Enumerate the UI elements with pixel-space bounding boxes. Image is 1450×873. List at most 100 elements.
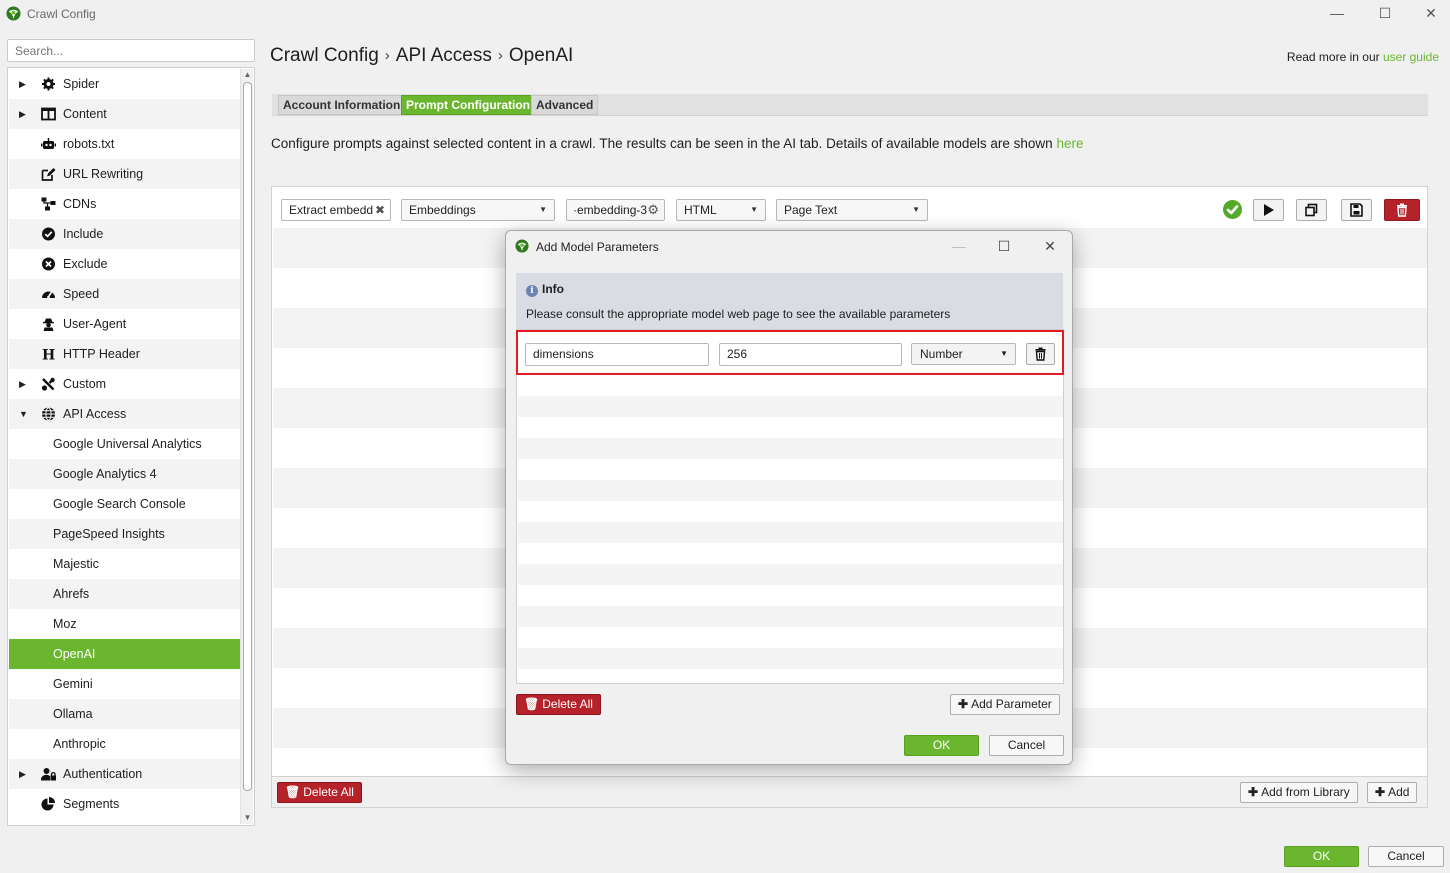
caret-right-icon[interactable]: ▶ [19,369,26,399]
description: Configure prompts against selected conte… [271,136,1083,151]
models-link[interactable]: here [1056,136,1083,151]
clear-icon[interactable]: ✖ [375,200,385,220]
trash-icon: 🗑 [524,697,540,711]
network-icon [41,197,56,211]
plus-icon: ✚ [1375,785,1386,799]
sidebar-item-pagespeed-insights[interactable]: PageSpeed Insights [9,519,241,549]
sidebar-item-custom[interactable]: ▶ Custom [9,369,241,399]
sidebar-scrollbar[interactable]: ▲ ▼ [240,69,253,824]
sidebar-item-ahrefs[interactable]: Ahrefs [9,579,241,609]
sidebar-item-label: Segments [63,797,120,811]
close-button[interactable]: ✕ [1408,0,1450,28]
row-stripe [518,396,1063,417]
gear-icon[interactable]: ⚙ [647,200,659,220]
caret-right-icon[interactable]: ▶ [19,69,26,99]
sidebar-item-label: robots.txt [63,137,115,151]
app-logo-icon [515,239,529,253]
delete-all-label: Delete All [303,785,354,799]
sidebar-item-label: Google Universal Analytics [53,437,202,451]
add-from-library-button[interactable]: ✚ Add from Library [1240,782,1358,803]
sidebar-item-gemini[interactable]: Gemini [9,669,241,699]
user-guide-link[interactable]: user guide [1383,50,1439,64]
sidebar-item-include[interactable]: Include [9,219,241,249]
ok-button[interactable]: OK [1284,846,1359,867]
sidebar-item-url-rewriting[interactable]: URL Rewriting [9,159,241,189]
caret-down-icon[interactable]: ▼ [19,399,28,429]
scroll-down-icon[interactable]: ▼ [241,812,254,824]
duplicate-button[interactable] [1296,199,1327,221]
sidebar-item-label: Authentication [63,767,143,781]
sidebar-item-authentication[interactable]: ▶ Authentication [9,759,241,789]
row-stripe [518,564,1063,585]
dialog-close-button[interactable]: ✕ [1030,235,1070,257]
add-prompt-button[interactable]: ✚ Add [1367,782,1418,803]
search-input[interactable] [7,39,255,62]
info-icon: i [526,285,538,297]
sidebar-item-cdns[interactable]: CDNs [9,189,241,219]
tab-prompt-configuration[interactable]: Prompt Configuration [401,95,535,115]
sidebar-item-label: CDNs [63,197,97,211]
prompt-name-value: Extract embedd [289,203,374,217]
sidebar-item-label: Ollama [53,707,93,721]
sidebar-item-robots-txt[interactable]: robots.txt [9,129,241,159]
plus-icon: ✚ [1248,785,1259,799]
cancel-button[interactable]: Cancel [1368,846,1444,867]
content-type-select[interactable]: HTML ▼ [676,199,766,221]
dialog-minimize-button[interactable]: — [939,235,979,257]
dialog-cancel-button[interactable]: Cancel [989,735,1064,756]
save-icon [1350,203,1363,217]
sidebar-item-speed[interactable]: Speed [9,279,241,309]
delete-all-prompts-button[interactable]: 🗑 Delete All [277,782,362,803]
chevron-down-icon: ▼ [912,205,920,214]
sidebar-item-anthropic[interactable]: Anthropic [9,729,241,759]
sidebar-item-exclude[interactable]: Exclude [9,249,241,279]
sidebar-item-google-search-console[interactable]: Google Search Console [9,489,241,519]
sidebar-item-label: API Access [63,407,127,421]
delete-parameter-button[interactable] [1026,343,1055,365]
sidebar-item-http-header[interactable]: H HTTP Header [9,339,241,369]
dialog-ok-button[interactable]: OK [904,735,979,756]
save-button[interactable] [1341,199,1372,221]
sidebar-item-openai[interactable]: OpenAI [9,639,241,669]
parameter-type-select[interactable]: Number ▼ [911,343,1016,365]
parameter-name-field[interactable]: dimensions [525,343,709,366]
breadcrumb-item[interactable]: API Access [396,45,492,66]
scroll-thumb[interactable] [243,82,252,791]
columns-icon [41,107,56,121]
prompt-name-field[interactable]: Extract embedd ✖ [281,199,391,221]
sidebar-item-label: Spider [63,77,100,91]
sidebar-item-majestic[interactable]: Majestic [9,549,241,579]
scroll-up-icon[interactable]: ▲ [241,69,254,81]
run-button[interactable] [1253,199,1284,221]
sidebar-item-google-universal-analytics[interactable]: Google Universal Analytics [9,429,241,459]
caret-right-icon[interactable]: ▶ [19,759,26,789]
sidebar-item-ollama[interactable]: Ollama [9,699,241,729]
sidebar-item-user-agent[interactable]: User-Agent [9,309,241,339]
prompt-type-select[interactable]: Embeddings ▼ [401,199,555,221]
chevron-down-icon: ▼ [750,205,758,214]
sidebar-item-label: PageSpeed Insights [53,527,165,541]
model-select[interactable]: ·embedding-3 ⚙ [566,199,665,221]
sidebar-item-content[interactable]: ▶ Content [9,99,241,129]
sidebar-item-spider[interactable]: ▶ Spider [9,69,241,99]
row-stripe [518,522,1063,543]
tab-advanced[interactable]: Advanced [531,95,599,115]
add-parameter-button[interactable]: ✚ Add Parameter [950,694,1060,715]
parameter-value-field[interactable]: 256 [719,343,902,366]
check-circle-icon [42,227,55,241]
maximize-button[interactable]: ☐ [1362,0,1408,28]
sidebar-item-label: HTTP Header [63,347,140,361]
delete-prompt-button[interactable] [1384,199,1420,221]
breadcrumb-item[interactable]: Crawl Config [270,45,379,66]
tab-account-information[interactable]: Account Information [278,95,406,115]
source-select[interactable]: Page Text ▼ [776,199,928,221]
sidebar-item-segments[interactable]: Segments [9,789,241,819]
sidebar-item-moz[interactable]: Moz [9,609,241,639]
robot-icon [41,138,56,149]
delete-all-parameters-button[interactable]: 🗑 Delete All [516,694,601,715]
minimize-button[interactable]: — [1314,0,1360,28]
sidebar-item-api-access[interactable]: ▼ API Access [9,399,241,429]
caret-right-icon[interactable]: ▶ [19,99,26,129]
sidebar-item-google-analytics-4[interactable]: Google Analytics 4 [9,459,241,489]
dialog-maximize-button[interactable]: ☐ [984,235,1024,257]
